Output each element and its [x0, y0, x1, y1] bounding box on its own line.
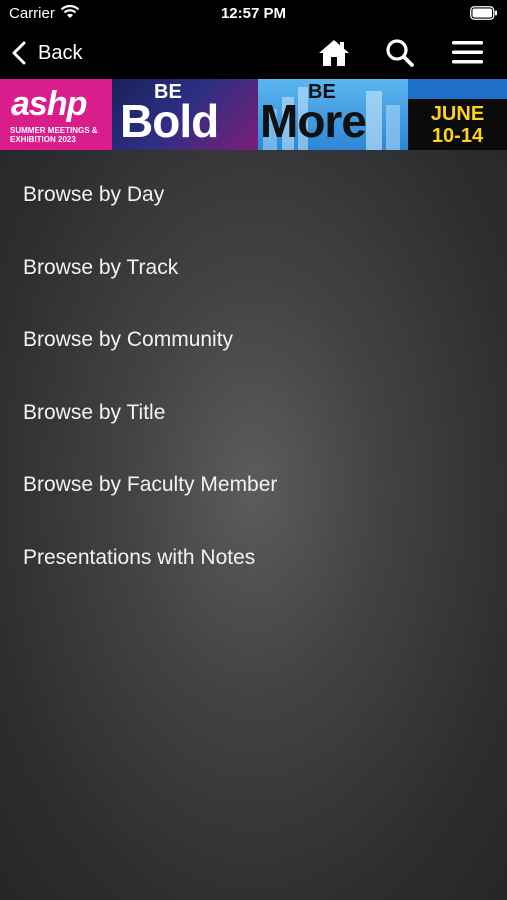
- search-icon[interactable]: [385, 38, 415, 73]
- ashp-logo: ashp SUMMER MEETINGS & EXHIBITION 2023: [0, 79, 112, 150]
- banner-subtitle: SUMMER MEETINGS & EXHIBITION 2023: [10, 126, 98, 144]
- battery-icon: [470, 6, 498, 25]
- banner-logo-text: ashp: [11, 85, 87, 123]
- conference-banner[interactable]: ashp SUMMER MEETINGS & EXHIBITION 2023 B…: [0, 79, 507, 150]
- menu-item-browse-by-title[interactable]: Browse by Title: [0, 374, 507, 446]
- menu-item-label: Browse by Track: [23, 256, 179, 279]
- menu-item-browse-by-track[interactable]: Browse by Track: [0, 229, 507, 301]
- browse-menu: Browse by Day Browse by Track Browse by …: [0, 150, 507, 900]
- date-days: 10-14: [431, 125, 484, 147]
- menu-item-presentations-with-notes[interactable]: Presentations with Notes: [0, 519, 507, 591]
- date-month: JUNE: [430, 103, 485, 125]
- menu-item-label: Browse by Title: [23, 401, 166, 424]
- navigation-bar: Back: [0, 28, 507, 79]
- menu-item-label: Browse by Day: [23, 183, 165, 206]
- back-button[interactable]: Back: [12, 37, 82, 69]
- clock: 12:57 PM: [220, 5, 287, 22]
- be-more-word: More: [260, 95, 367, 147]
- event-date-badge: JUNE 10-14: [408, 99, 507, 150]
- status-bar: Carrier 12:57 PM: [0, 0, 507, 28]
- be-bold-word: Bold: [120, 95, 219, 147]
- back-label: Back: [38, 41, 83, 64]
- menu-item-label: Browse by Faculty Member: [23, 473, 278, 496]
- be-more-panel: BE More: [258, 79, 408, 150]
- menu-item-label: Browse by Community: [23, 328, 234, 351]
- menu-item-browse-by-faculty-member[interactable]: Browse by Faculty Member: [0, 446, 507, 518]
- menu-icon[interactable]: [452, 38, 483, 71]
- menu-item-label: Presentations with Notes: [23, 546, 256, 569]
- chevron-left-icon: [12, 41, 26, 65]
- home-icon[interactable]: [318, 38, 350, 73]
- menu-item-browse-by-day[interactable]: Browse by Day: [0, 156, 507, 228]
- menu-item-browse-by-community[interactable]: Browse by Community: [0, 301, 507, 373]
- be-bold-panel: BE Bold: [112, 79, 258, 150]
